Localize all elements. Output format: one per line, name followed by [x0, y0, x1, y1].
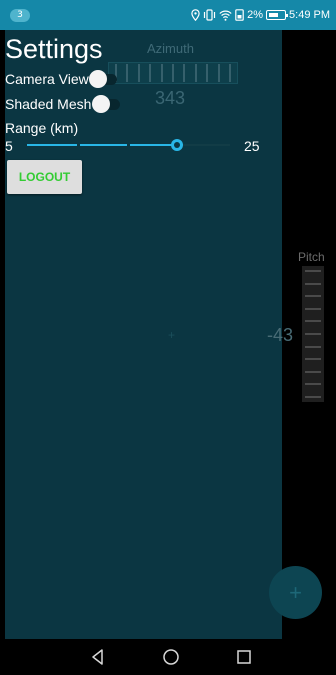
azimuth-tick: [126, 64, 129, 82]
azimuth-tick: [160, 64, 163, 82]
azimuth-tick: [171, 64, 174, 82]
range-slider[interactable]: [27, 139, 230, 151]
home-circle-icon[interactable]: [161, 647, 181, 667]
azimuth-tick: [137, 64, 140, 82]
add-button[interactable]: +: [269, 566, 322, 619]
pitch-tick: [305, 395, 321, 398]
pitch-value: -43: [267, 325, 294, 345]
shaded-mesh-label: Shaded Mesh: [5, 96, 92, 112]
range-slider-fill: [27, 144, 178, 146]
pitch-tick: [305, 282, 321, 285]
pitch-tick: [305, 270, 321, 272]
status-bar: 3 2% 5:49 PM: [0, 0, 336, 30]
back-triangle-icon[interactable]: [88, 647, 108, 667]
range-max-label: 25: [244, 138, 260, 154]
azimuth-tick: [149, 64, 152, 82]
azimuth-ruler[interactable]: [108, 62, 238, 84]
navigation-bar: [0, 639, 336, 675]
battery-charging-icon: [266, 10, 289, 20]
settings-title: Settings: [5, 34, 103, 64]
pitch-ruler[interactable]: [302, 266, 324, 402]
pitch-tick: [305, 383, 321, 386]
azimuth-value: 343: [155, 88, 186, 108]
toggle-thumb: [89, 70, 107, 88]
azimuth-label: Azimuth: [147, 41, 194, 56]
battery-percent: 2%: [247, 9, 264, 21]
pitch-tick: [305, 345, 321, 348]
pitch-tick: [305, 307, 321, 310]
toggle-thumb: [92, 95, 110, 113]
data-saver-icon: [235, 9, 244, 21]
status-time: 5:49 PM: [289, 9, 330, 21]
plus-icon: +: [289, 580, 302, 605]
recents-square-icon[interactable]: [234, 647, 254, 667]
azimuth-tick: [194, 64, 197, 82]
slider-step-marker: [127, 143, 130, 147]
pitch-label: Pitch: [298, 250, 325, 264]
vibrate-icon: [204, 9, 216, 21]
notification-count-badge: 3: [10, 9, 30, 22]
range-min-label: 5: [5, 138, 13, 154]
pitch-tick: [305, 358, 321, 361]
logout-button[interactable]: LOGOUT: [7, 160, 82, 194]
azimuth-tick: [228, 64, 231, 82]
pitch-tick: [305, 370, 321, 373]
camera-view-label: Camera View: [5, 71, 89, 87]
azimuth-tick: [183, 64, 186, 82]
camera-view-toggle[interactable]: [89, 70, 119, 88]
azimuth-tick: [217, 64, 220, 82]
pitch-tick: [305, 332, 321, 335]
pitch-tick: [305, 320, 321, 323]
status-icons: 2% 5:49 PM: [191, 7, 330, 23]
wifi-icon: [219, 10, 232, 21]
shaded-mesh-toggle[interactable]: [92, 95, 122, 113]
slider-step-marker: [77, 143, 80, 147]
range-label: Range (km): [5, 120, 79, 136]
pitch-tick: [305, 295, 321, 298]
azimuth-tick: [206, 64, 209, 82]
location-icon: [191, 9, 200, 21]
crosshair-icon: +: [168, 328, 176, 342]
